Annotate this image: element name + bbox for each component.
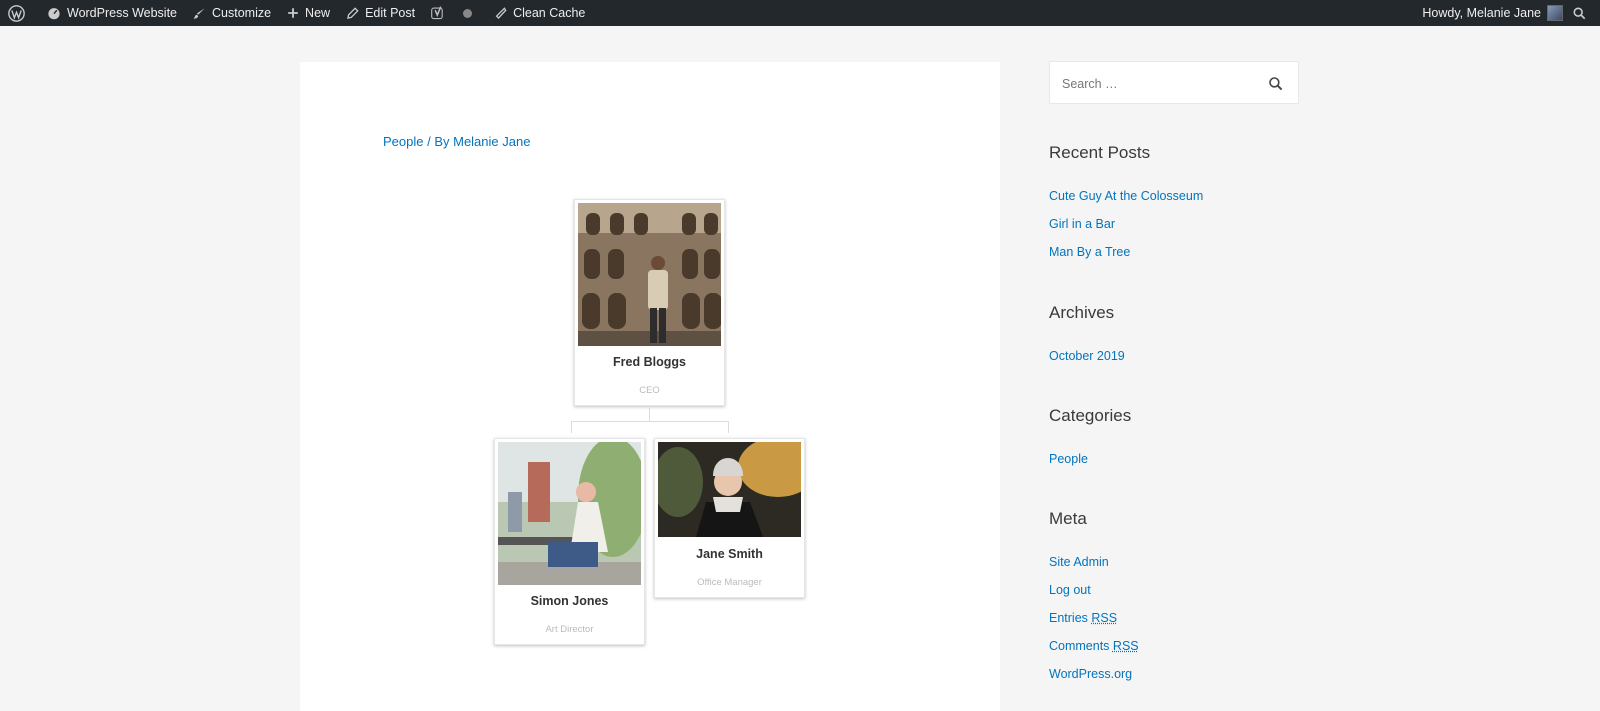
wordpress-org-link[interactable]: WordPress.org <box>1049 667 1132 681</box>
org-connector-horizontal <box>571 421 729 422</box>
org-connector-vertical <box>649 408 650 421</box>
recent-posts-title: Recent Posts <box>1049 143 1151 162</box>
yoast-seo-icon[interactable] <box>423 0 480 26</box>
archives-title: Archives <box>1049 303 1115 322</box>
by-separator: / By <box>423 134 454 149</box>
wordpress-logo-icon[interactable] <box>0 0 39 26</box>
girl-in-bar-photo <box>658 442 801 537</box>
log-out-link[interactable]: Log out <box>1049 583 1091 597</box>
search-input[interactable] <box>1062 74 1262 94</box>
colosseum-photo <box>578 203 721 346</box>
dashboard-icon <box>48 8 60 20</box>
org-card-child-2[interactable]: Jane Smith Office Manager <box>654 438 805 598</box>
site-name-menu[interactable]: WordPress Website <box>39 0 185 26</box>
edit-post-link[interactable]: Edit Post <box>338 0 423 26</box>
howdy-greeting: Howdy, Melanie Jane <box>1422 6 1541 20</box>
author-link[interactable]: Melanie Jane <box>453 134 530 149</box>
child-1-role: Art Director <box>545 624 594 635</box>
meta-title: Meta <box>1049 509 1087 528</box>
recent-post-link[interactable]: Cute Guy At the Colosseum <box>1049 189 1203 203</box>
rss-abbr: RSS <box>1112 639 1139 653</box>
category-link[interactable]: People <box>383 134 423 149</box>
broom-icon <box>495 6 507 19</box>
my-account-menu[interactable]: Howdy, Melanie Jane <box>1414 0 1569 26</box>
post-meta: People / By Melanie Jane <box>383 134 530 149</box>
root-role: CEO <box>639 385 660 396</box>
org-card-child-1[interactable]: Simon Jones Art Director <box>494 438 645 645</box>
category-link[interactable]: People <box>1049 452 1088 466</box>
child-1-name: Simon Jones <box>530 594 609 608</box>
new-label: New <box>305 6 331 20</box>
recent-post-link[interactable]: Man By a Tree <box>1049 245 1130 259</box>
admin-search-icon[interactable] <box>1569 0 1600 26</box>
org-connector-left <box>571 421 572 433</box>
post-content: People / By Melanie Jane Fred Bloggs CEO <box>300 62 1000 711</box>
paintbrush-icon <box>193 7 205 19</box>
search-form <box>1049 61 1299 104</box>
clean-cache-link[interactable]: Clean Cache <box>486 0 593 26</box>
search-icon[interactable] <box>1268 76 1284 92</box>
new-content-menu[interactable]: New <box>279 0 338 26</box>
recent-post-link[interactable]: Girl in a Bar <box>1049 217 1115 231</box>
site-admin-link[interactable]: Site Admin <box>1049 555 1109 569</box>
pencil-icon <box>347 6 359 19</box>
entries-label: Entries <box>1049 611 1088 625</box>
entries-rss-link[interactable]: Entries RSS <box>1049 611 1117 625</box>
plus-icon <box>288 8 298 18</box>
clean-cache-label: Clean Cache <box>513 6 586 20</box>
customize-label: Customize <box>212 6 272 20</box>
customize-link[interactable]: Customize <box>185 0 279 26</box>
avatar <box>1547 5 1563 21</box>
edit-post-label: Edit Post <box>365 6 416 20</box>
archive-link[interactable]: October 2019 <box>1049 349 1125 363</box>
site-name-label: WordPress Website <box>67 6 177 20</box>
child-2-name: Jane Smith <box>696 547 763 561</box>
comments-label: Comments <box>1049 639 1110 653</box>
man-by-tree-photo <box>498 442 641 585</box>
root-name: Fred Bloggs <box>613 355 686 369</box>
org-card-root[interactable]: Fred Bloggs CEO <box>574 199 725 406</box>
child-2-role: Office Manager <box>697 577 762 588</box>
comments-rss-link[interactable]: Comments RSS <box>1049 639 1139 653</box>
org-connector-right <box>728 421 729 433</box>
seo-score-dot-icon <box>463 8 473 18</box>
categories-title: Categories <box>1049 406 1132 425</box>
rss-abbr: RSS <box>1091 611 1118 625</box>
admin-bar: WordPress Website Customize New Edit Pos… <box>0 0 1600 26</box>
